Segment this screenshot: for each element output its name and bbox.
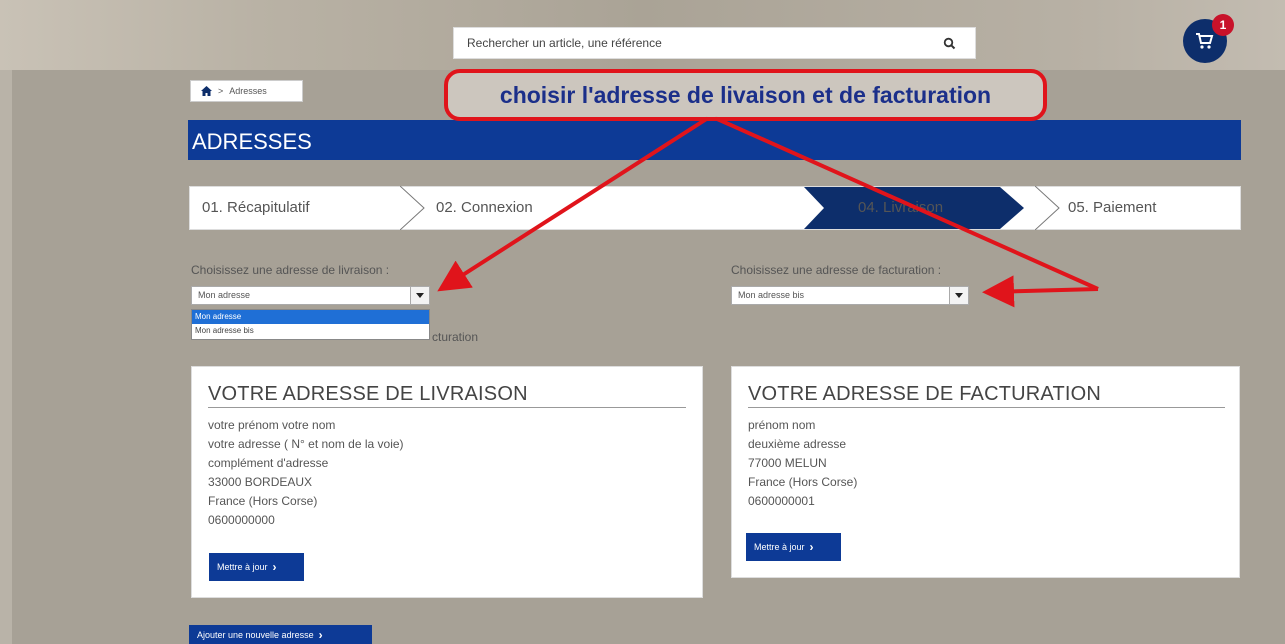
address-line: votre prénom votre nom bbox=[208, 418, 336, 432]
update-button-label: Mettre à jour bbox=[754, 542, 805, 552]
delivery-address-text: votre prénom votre nom votre adresse ( N… bbox=[208, 416, 404, 530]
address-line: complément d'adresse bbox=[208, 456, 329, 470]
delivery-select-label: Choisissez une adresse de livraison : bbox=[191, 263, 390, 277]
billing-checkbox-label-partial: cturation bbox=[432, 330, 479, 344]
step-paiement[interactable]: 05. Paiement bbox=[1068, 187, 1156, 229]
delivery-selected-value: Mon adresse bbox=[198, 290, 251, 300]
step-separator bbox=[1035, 186, 1060, 230]
home-icon[interactable] bbox=[201, 86, 212, 96]
divider bbox=[208, 407, 686, 408]
search-input[interactable]: Rechercher un article, une référence bbox=[453, 27, 976, 59]
delivery-address-options[interactable]: Mon adresse Mon adresse bis bbox=[191, 309, 430, 340]
option-mon-adresse[interactable]: Mon adresse bbox=[192, 310, 429, 324]
step-connexion[interactable]: 02. Connexion bbox=[436, 187, 533, 229]
address-line: votre adresse ( N° et nom de la voie) bbox=[208, 437, 404, 451]
address-line: France (Hors Corse) bbox=[208, 494, 318, 508]
chevron-right-icon: › bbox=[318, 627, 323, 642]
address-line: 0600000001 bbox=[748, 494, 815, 508]
address-line: 33000 BORDEAUX bbox=[208, 475, 313, 489]
search-placeholder: Rechercher un article, une référence bbox=[467, 36, 662, 50]
chevron-down-icon[interactable] bbox=[949, 287, 968, 304]
step-separator bbox=[400, 186, 425, 230]
annotation-callout: choisir l'adresse de livaison et de fact… bbox=[444, 69, 1047, 121]
cart-icon bbox=[1196, 33, 1214, 49]
cart-count-badge: 1 bbox=[1212, 14, 1234, 36]
page-margin bbox=[0, 70, 12, 644]
option-mon-adresse-bis[interactable]: Mon adresse bis bbox=[192, 324, 429, 338]
chevron-right-icon: › bbox=[809, 540, 814, 554]
delivery-card-title: VOTRE ADRESSE DE LIVRAISON bbox=[208, 383, 528, 405]
add-address-label: Ajouter une nouvelle adresse bbox=[197, 629, 314, 640]
billing-select-label: Choisissez une adresse de facturation : bbox=[731, 263, 942, 277]
breadcrumb-separator: > bbox=[218, 86, 224, 96]
billing-card-title: VOTRE ADRESSE DE FACTURATION bbox=[748, 383, 1102, 405]
breadcrumb: > Adresses bbox=[190, 80, 303, 102]
divider bbox=[748, 407, 1225, 408]
update-billing-button[interactable]: Mettre à jour › bbox=[746, 533, 841, 561]
arrow-to-billing-select bbox=[982, 275, 1099, 308]
delivery-address-card: VOTRE ADRESSE DE LIVRAISON votre prénom … bbox=[191, 366, 703, 598]
page-title-bar: ADRESSES bbox=[188, 120, 1241, 160]
step-livraison[interactable]: 04. Livraison bbox=[858, 187, 943, 229]
address-line: 77000 MELUN bbox=[748, 456, 827, 470]
chevron-down-icon[interactable] bbox=[410, 287, 429, 304]
billing-address-text: prénom nom deuxième adresse 77000 MELUN … bbox=[748, 416, 857, 511]
page-title: ADRESSES bbox=[192, 129, 312, 154]
step-recapitulatif[interactable]: 01. Récapitulatif bbox=[202, 187, 310, 229]
breadcrumb-current: Adresses bbox=[229, 86, 267, 96]
update-delivery-button[interactable]: Mettre à jour › bbox=[209, 553, 304, 581]
address-line: prénom nom bbox=[748, 418, 816, 432]
search-icon[interactable] bbox=[943, 37, 957, 51]
step-adresse[interactable]: 03. Adresse bbox=[646, 187, 725, 229]
checkout-steps: 01. Récapitulatif 02. Connexion 03. Adre… bbox=[189, 186, 1241, 230]
address-line: 0600000000 bbox=[208, 513, 275, 527]
billing-address-select[interactable]: Mon adresse bis bbox=[731, 286, 969, 305]
annotation-text: choisir l'adresse de livaison et de fact… bbox=[499, 81, 992, 108]
billing-address-card: VOTRE ADRESSE DE FACTURATION prénom nom … bbox=[731, 366, 1240, 578]
chevron-right-icon: › bbox=[272, 560, 277, 574]
address-line: France (Hors Corse) bbox=[748, 475, 858, 489]
billing-selected-value: Mon adresse bis bbox=[738, 290, 805, 300]
delivery-address-select[interactable]: Mon adresse bbox=[191, 286, 430, 305]
address-line: deuxième adresse bbox=[748, 437, 847, 451]
update-button-label: Mettre à jour bbox=[217, 562, 268, 572]
add-new-address-button[interactable]: Ajouter une nouvelle adresse › bbox=[189, 625, 372, 644]
